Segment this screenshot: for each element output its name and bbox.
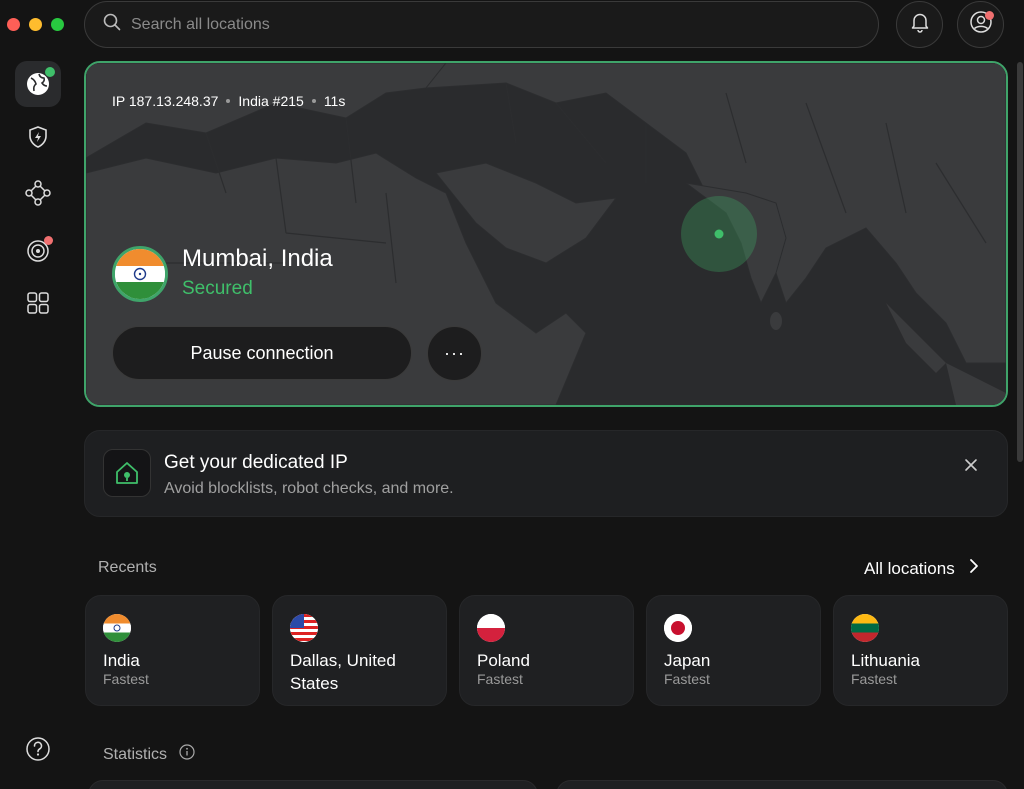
- close-promo-button[interactable]: [959, 455, 983, 479]
- recent-location-subtitle: Fastest: [477, 671, 523, 687]
- sidebar-item-threat-protection[interactable]: [15, 116, 61, 162]
- recent-location-subtitle: Fastest: [664, 671, 710, 687]
- recents-heading: Recents: [98, 559, 157, 576]
- japan-flag-icon: [664, 614, 692, 642]
- recent-location-name: Lithuania: [851, 651, 921, 670]
- search-icon: [103, 13, 121, 36]
- server-name: India #215: [238, 93, 304, 109]
- more-options-button[interactable]: ···: [427, 326, 482, 381]
- grid-icon: [26, 291, 50, 320]
- radar-icon: [25, 236, 53, 263]
- statistics-label: Statistics: [103, 745, 168, 763]
- promo-title: Get your dedicated IP: [164, 452, 348, 473]
- recent-location-subtitle: Fastest: [103, 671, 149, 687]
- india-flag-icon: [112, 246, 168, 302]
- chevron-right-icon: [969, 558, 979, 579]
- usa-flag-icon: [290, 614, 318, 642]
- recent-location-name: India: [103, 651, 140, 670]
- poland-flag-icon: [477, 614, 505, 642]
- sidebar: [0, 58, 76, 789]
- maximize-window-button[interactable]: [51, 18, 64, 31]
- recent-location-subtitle: Fastest: [851, 671, 897, 687]
- search-bar[interactable]: [84, 1, 879, 48]
- connection-duration: 11s: [323, 93, 346, 109]
- connected-location: Mumbai, India: [182, 245, 333, 272]
- pause-connection-button[interactable]: Pause connection: [112, 326, 412, 380]
- mesh-network-icon: [25, 179, 51, 211]
- recent-location-card[interactable]: Dallas, United States: [272, 595, 447, 706]
- statistics-card[interactable]: [88, 780, 538, 789]
- sidebar-item-meshnet[interactable]: [15, 172, 61, 218]
- recent-location-card[interactable]: Poland Fastest: [459, 595, 634, 706]
- profile-button[interactable]: [957, 1, 1004, 48]
- recent-location-card[interactable]: Japan Fastest: [646, 595, 821, 706]
- statistics-heading: Statistics: [103, 744, 195, 765]
- recent-location-card[interactable]: India Fastest: [85, 595, 260, 706]
- recent-location-card[interactable]: Lithuania Fastest: [833, 595, 1008, 706]
- notifications-button[interactable]: [896, 1, 943, 48]
- india-flag-icon: [103, 614, 131, 642]
- separator-dot: [226, 99, 231, 103]
- close-window-button[interactable]: [7, 18, 20, 31]
- connection-info: IP 187.13.248.37 India #215 11s: [112, 93, 345, 109]
- statistics-card[interactable]: [556, 780, 1008, 789]
- ip-address: IP 187.13.248.37: [112, 93, 219, 109]
- globe-icon: [25, 67, 55, 97]
- help-button[interactable]: [24, 735, 52, 768]
- sidebar-item-locations[interactable]: [15, 61, 61, 107]
- all-locations-link[interactable]: All locations: [864, 558, 979, 579]
- separator-dot: [311, 99, 316, 103]
- all-locations-label: All locations: [864, 558, 955, 578]
- recent-location-name: Japan: [664, 651, 711, 670]
- close-icon: [964, 458, 978, 477]
- window-controls: [7, 18, 64, 31]
- scrollbar[interactable]: [1017, 62, 1023, 462]
- shield-bolt-icon: [26, 125, 50, 154]
- connection-status: Secured: [182, 278, 253, 299]
- lithuania-flag-icon: [851, 614, 879, 642]
- help-icon: [24, 737, 52, 767]
- home-shield-icon: [103, 449, 151, 497]
- promo-subtitle: Avoid blocklists, robot checks, and more…: [164, 480, 454, 497]
- dedicated-ip-promo[interactable]: Get your dedicated IP Avoid blocklists, …: [84, 430, 1008, 517]
- sidebar-item-more-tools[interactable]: [15, 282, 61, 328]
- bell-icon: [909, 11, 931, 38]
- minimize-window-button[interactable]: [29, 18, 42, 31]
- recent-location-name: Dallas, United States: [290, 651, 396, 693]
- recent-location-name: Poland: [477, 651, 530, 670]
- sidebar-item-dark-web-monitor[interactable]: [15, 227, 61, 273]
- profile-alert-dot: [985, 11, 994, 20]
- info-icon[interactable]: [179, 744, 195, 765]
- connection-map-card: IP 187.13.248.37 India #215 11s Mumbai, …: [84, 61, 1008, 407]
- search-input[interactable]: [131, 15, 731, 34]
